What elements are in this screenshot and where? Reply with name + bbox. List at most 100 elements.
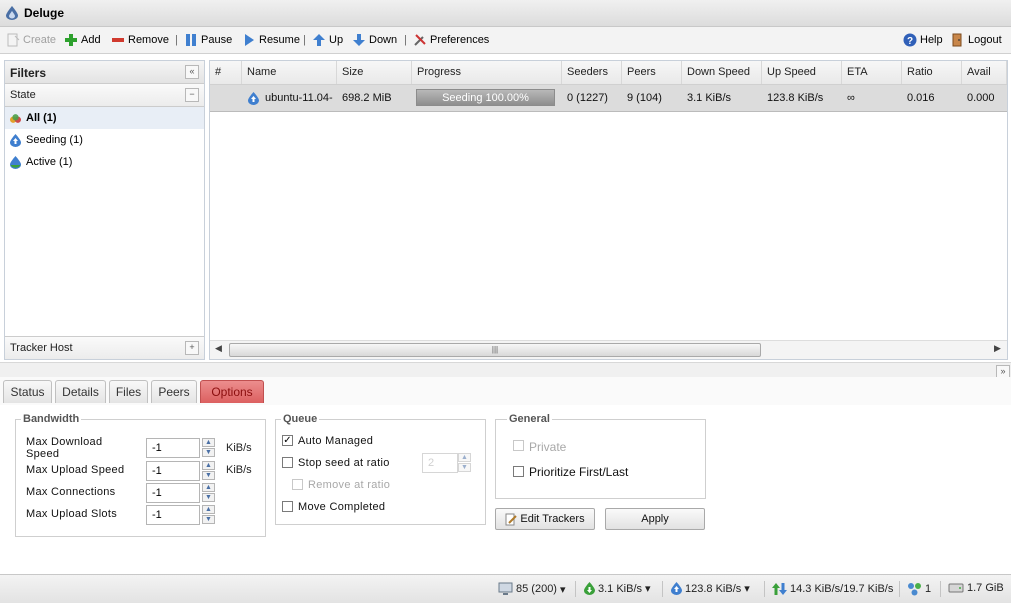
filter-item-seeding[interactable]: Seeding (1) — [5, 129, 204, 151]
upload-speed-value: 123.8 KiB/s — [685, 582, 742, 595]
stepper-down-icon[interactable]: ▼ — [202, 448, 215, 457]
up-button[interactable]: Up — [312, 33, 343, 47]
tab-details[interactable]: Details — [55, 380, 106, 403]
filter-item-all[interactable]: All (1) — [5, 107, 204, 129]
scrollbar-thumb[interactable]: ||| — [229, 343, 761, 357]
max-upload-slots-label: Max Upload Slots — [26, 508, 118, 520]
down-button[interactable]: Down — [352, 33, 397, 47]
private-checkbox[interactable] — [513, 440, 524, 451]
options-panel: Bandwidth Max Download Speed -1 ▲ ▼ KiB/… — [0, 405, 1011, 573]
svg-text:?: ? — [907, 36, 913, 47]
pause-button[interactable]: Pause — [184, 33, 232, 47]
column-header-size[interactable]: Size — [337, 61, 412, 84]
stop-seed-checkbox[interactable] — [282, 457, 293, 468]
stop-seed-ratio-stepper[interactable]: 2 ▲ ▼ — [422, 453, 492, 473]
torrent-up-speed: 123.8 KiB/s — [767, 92, 824, 104]
state-label: State — [10, 89, 36, 101]
tab-peers[interactable]: Peers — [151, 380, 197, 403]
column-header-ratio[interactable]: Ratio — [902, 61, 962, 84]
stepper-up-icon[interactable]: ▲ — [458, 453, 471, 462]
status-separator — [940, 581, 941, 597]
stepper-up-icon[interactable]: ▲ — [202, 505, 215, 514]
plus-icon — [65, 34, 77, 46]
status-separator — [764, 581, 765, 597]
details-tab-bar: Status Details Files Peers Options — [0, 377, 1011, 406]
expand-section-icon[interactable]: + — [185, 341, 199, 355]
preferences-label: Preferences — [430, 34, 490, 46]
max-download-input[interactable]: -1 — [146, 438, 200, 458]
auto-managed-checkbox[interactable]: ✓ — [282, 435, 293, 446]
filters-title: Filters — [10, 66, 47, 80]
toolbar-separator: | — [175, 34, 178, 46]
status-bar: 85 (200) ▾ 3.1 KiB/s ▾ 123.8 KiB/s ▾ 14.3 K… — [0, 574, 1011, 603]
torrent-avail: 0.000 — [967, 92, 995, 104]
column-header-eta[interactable]: ETA — [842, 61, 902, 84]
scroll-left-icon[interactable]: ◀ — [215, 343, 222, 354]
preferences-button[interactable]: Preferences — [413, 33, 489, 47]
dht-value: 1 — [925, 583, 932, 595]
max-download-unit: KiB/s — [226, 442, 252, 454]
tab-files[interactable]: Files — [109, 380, 148, 403]
column-header-progress[interactable]: Progress — [412, 61, 562, 84]
tracker-host-label: Tracker Host — [10, 342, 73, 354]
connections-status[interactable]: 85 (200) ▾ — [498, 582, 566, 596]
stepper-down-icon[interactable]: ▼ — [202, 515, 215, 524]
column-header-down-speed[interactable]: Down Speed — [682, 61, 762, 84]
create-button[interactable]: Create — [6, 33, 56, 47]
stepper-down-icon[interactable]: ▼ — [202, 493, 215, 502]
filters-panel: Filters « State − All (1) Seeding (1) Ac… — [4, 60, 205, 360]
remove-at-ratio-checkbox[interactable] — [292, 479, 303, 490]
max-upload-input[interactable]: -1 — [146, 461, 200, 481]
collapse-section-icon[interactable]: − — [185, 88, 199, 102]
connections-icon — [498, 582, 513, 595]
stop-seed-ratio-input[interactable]: 2 — [422, 453, 458, 473]
add-button[interactable]: Add — [64, 33, 101, 47]
dht-nodes-icon — [908, 583, 921, 596]
upload-status[interactable]: 123.8 KiB/s ▾ — [671, 582, 750, 595]
arrow-up-icon — [313, 34, 325, 46]
max-connections-input[interactable]: -1 — [146, 483, 200, 503]
filter-item-label: All (1) — [26, 112, 57, 124]
column-header-name[interactable]: Name — [242, 61, 337, 84]
column-header-peers[interactable]: Peers — [622, 61, 682, 84]
max-download-stepper[interactable]: -1 ▲ ▼ — [146, 438, 216, 458]
scroll-right-icon[interactable]: ▶ — [994, 343, 1001, 354]
collapse-panel-icon[interactable]: « — [185, 65, 199, 79]
table-row[interactable]: ubuntu-11.04- 698.2 MiB Seeding 100.00% … — [210, 85, 1007, 112]
hard-disk-icon — [948, 583, 964, 593]
stepper-down-icon[interactable]: ▼ — [202, 471, 215, 480]
remove-button[interactable]: Remove — [111, 33, 169, 47]
toolbar: Create Add Remove | Pause Resume | Up Do… — [0, 27, 1011, 54]
max-upload-slots-stepper[interactable]: -1 ▲ ▼ — [146, 505, 216, 525]
connections-value: 85 (200) — [516, 583, 557, 595]
column-header-up-speed[interactable]: Up Speed — [762, 61, 842, 84]
logout-button[interactable]: Logout — [951, 33, 1002, 47]
max-connections-label: Max Connections — [26, 486, 116, 498]
tab-status[interactable]: Status — [3, 380, 52, 403]
torrent-name-cell: ubuntu-11.04- — [242, 85, 337, 111]
tab-options[interactable]: Options — [200, 380, 264, 403]
filter-item-active[interactable]: Active (1) — [5, 151, 204, 173]
stepper-down-icon[interactable]: ▼ — [458, 463, 471, 472]
max-upload-stepper[interactable]: -1 ▲ ▼ — [146, 461, 216, 481]
download-status[interactable]: 3.1 KiB/s ▾ — [584, 582, 651, 595]
column-header-avail[interactable]: Avail — [962, 61, 1007, 84]
edit-trackers-button[interactable]: Edit Trackers — [495, 508, 595, 530]
tracker-host-section-header[interactable]: Tracker Host + — [5, 336, 204, 359]
state-section-header[interactable]: State − — [5, 84, 204, 107]
column-header-number[interactable]: # — [210, 61, 242, 84]
panel-splitter[interactable]: » — [0, 362, 1011, 379]
stepper-up-icon[interactable]: ▲ — [202, 461, 215, 470]
prioritize-first-last-checkbox[interactable] — [513, 466, 524, 477]
max-upload-slots-input[interactable]: -1 — [146, 505, 200, 525]
horizontal-scrollbar[interactable]: ◀ ||| ▶ — [210, 340, 1007, 359]
max-connections-stepper[interactable]: -1 ▲ ▼ — [146, 483, 216, 503]
apply-button[interactable]: Apply — [605, 508, 705, 530]
column-header-seeders[interactable]: Seeders — [562, 61, 622, 84]
stepper-up-icon[interactable]: ▲ — [202, 438, 215, 447]
general-legend: General — [509, 413, 550, 425]
help-button[interactable]: ? Help — [903, 33, 943, 47]
stepper-up-icon[interactable]: ▲ — [202, 483, 215, 492]
move-completed-checkbox[interactable] — [282, 501, 293, 512]
resume-button[interactable]: Resume — [242, 33, 300, 47]
